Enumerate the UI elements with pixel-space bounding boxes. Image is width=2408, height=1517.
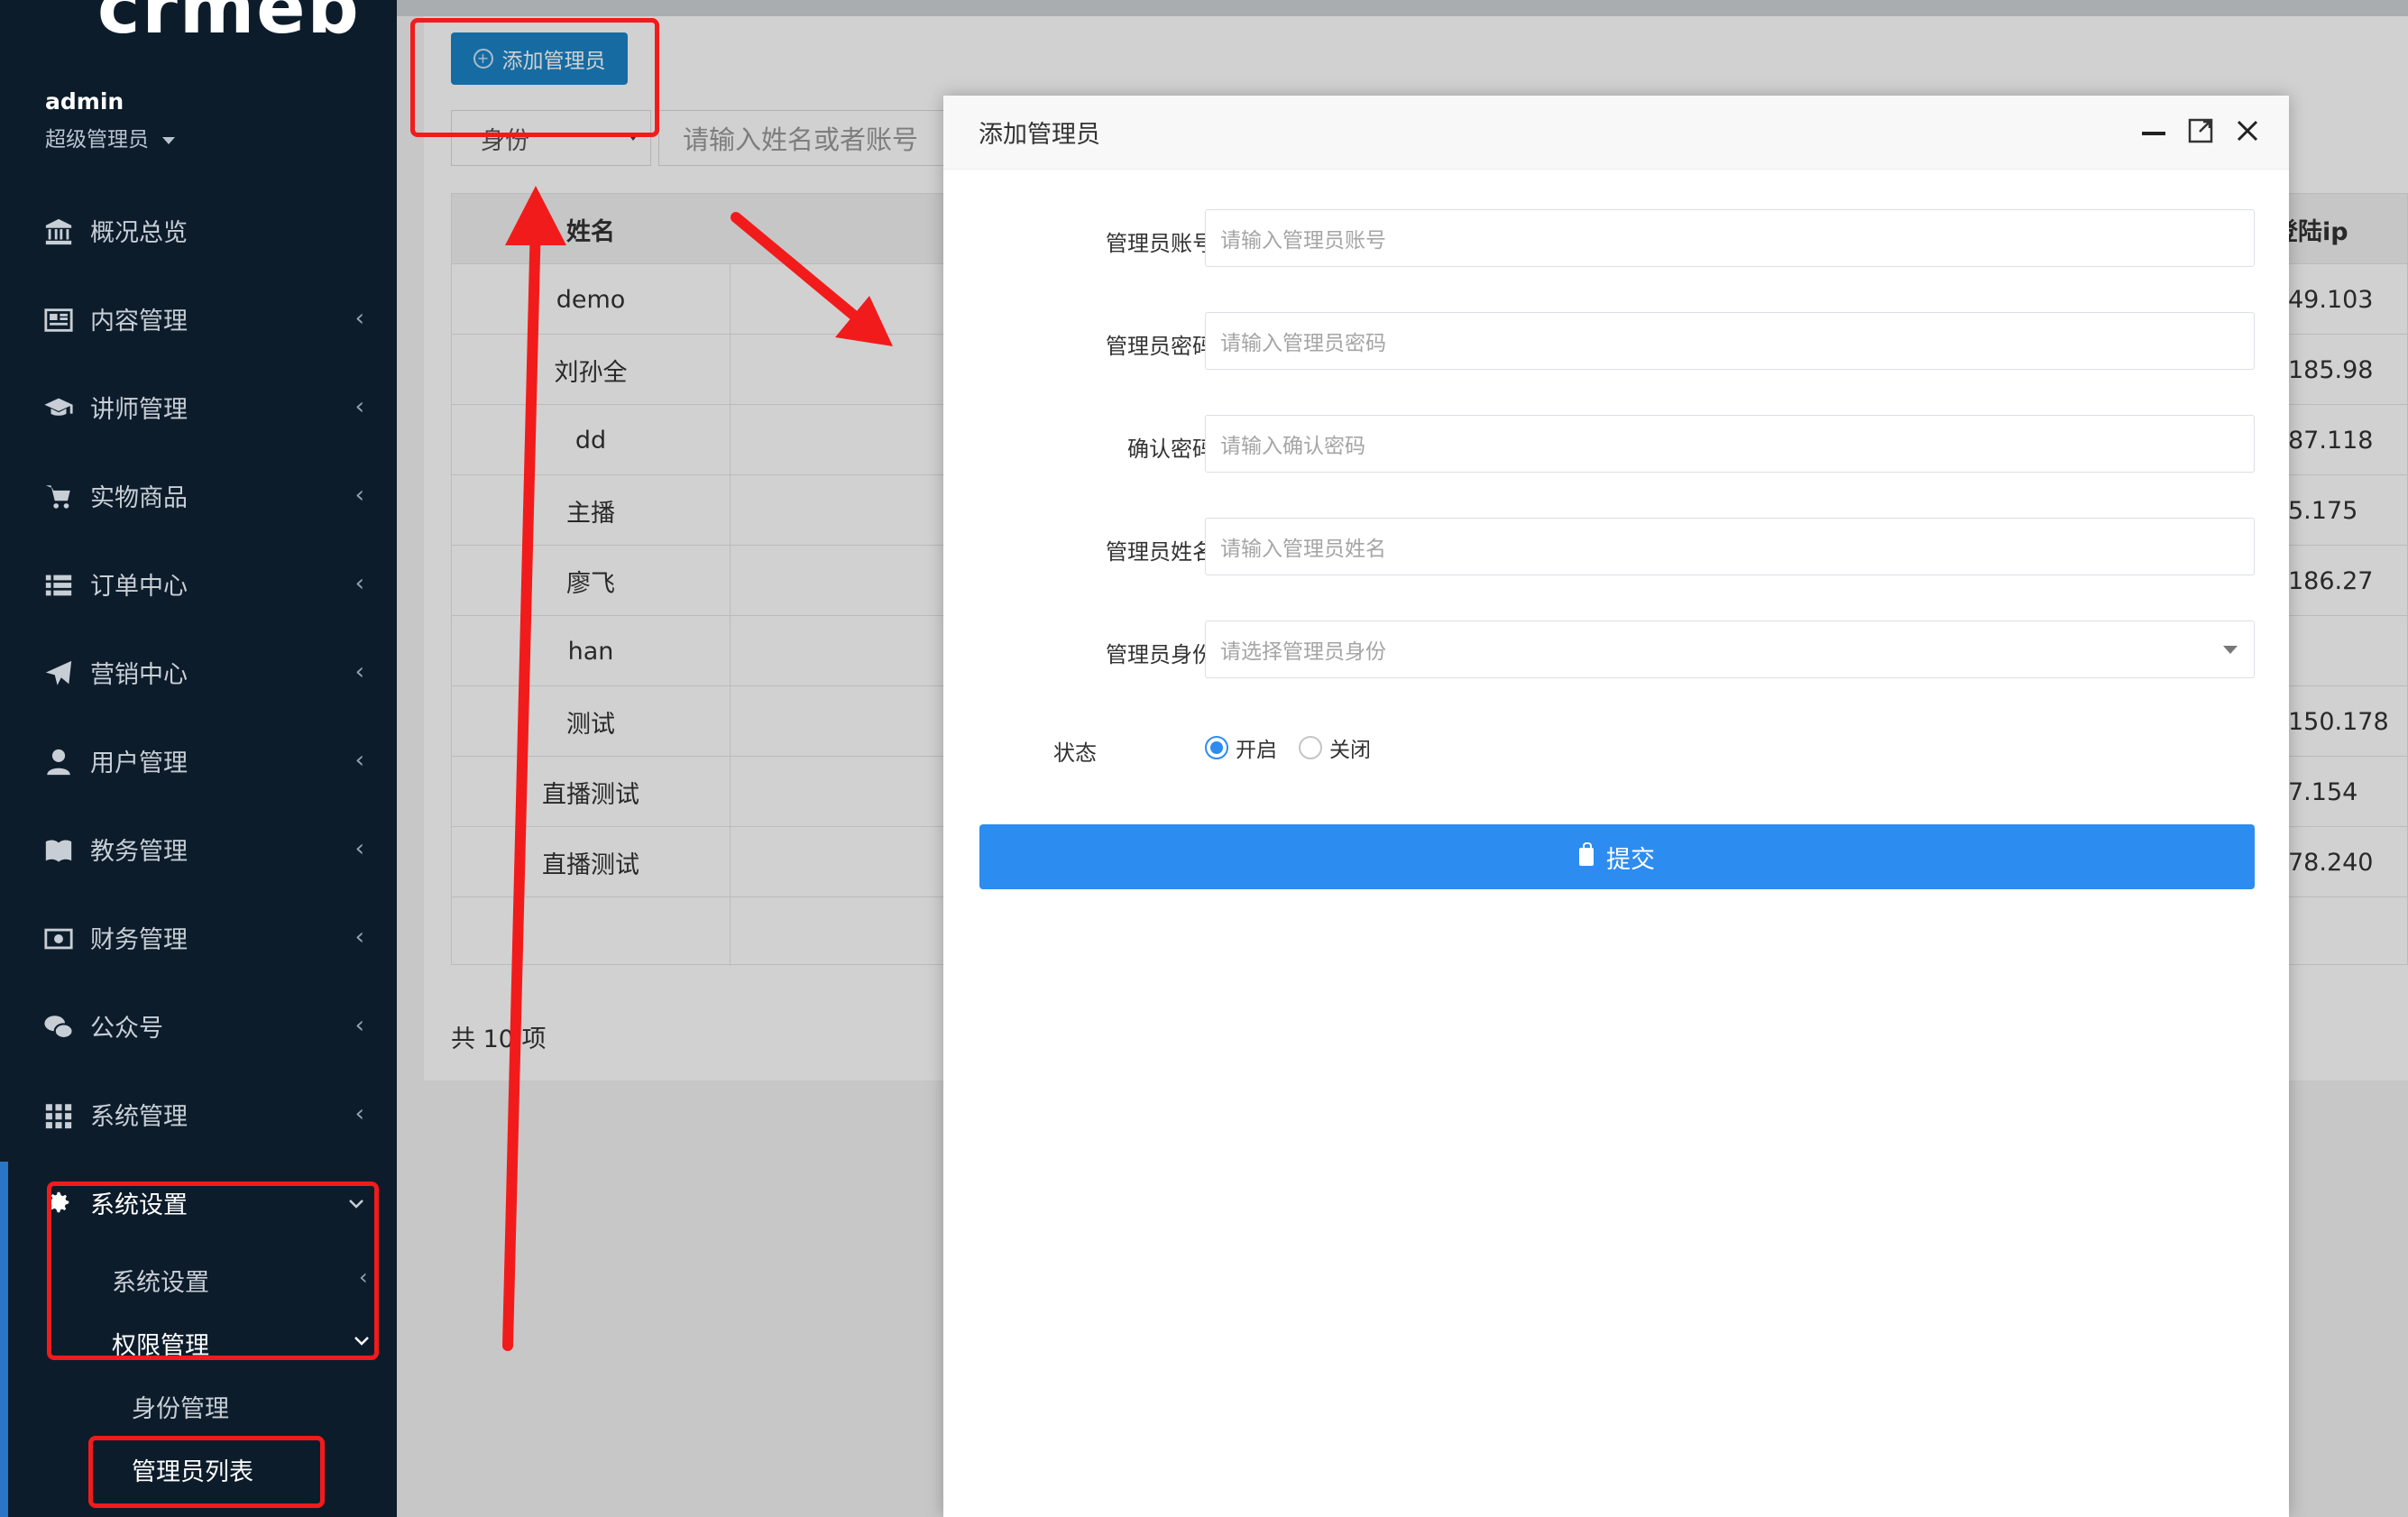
sidebar-item-6[interactable]: 营销中心 ‹	[0, 645, 397, 699]
sidebar-item-9[interactable]: 财务管理 ‹	[0, 910, 397, 964]
chevron-left-icon: ‹	[354, 393, 364, 420]
sidebar-item-label: 内容管理	[90, 307, 188, 336]
sidebar-item-11[interactable]: 系统管理 ‹	[0, 1087, 397, 1141]
list-icon	[43, 570, 74, 597]
sidebar-item-4[interactable]: 实物商品 ‹	[0, 468, 397, 522]
sidebar-item-5[interactable]: 订单中心 ‹	[0, 556, 397, 611]
submit-button[interactable]: 提交	[979, 824, 2255, 889]
status-on-label: 开启	[1236, 739, 1277, 762]
user-icon	[43, 747, 74, 776]
field-placeholder: 请输入管理员姓名	[1220, 538, 1386, 561]
gear-icon	[48, 1191, 69, 1213]
chevron-left-icon: ‹	[354, 835, 364, 862]
field-label: 管理员身份	[1106, 642, 1214, 667]
sidebar-subitem-system-settings[interactable]: 系统设置	[112, 1263, 209, 1298]
bag-icon	[1579, 842, 1594, 866]
wechat-icon	[43, 1012, 74, 1040]
sidebar-subitem-label: 系统设置	[112, 1269, 209, 1297]
sidebar-item-label: 实物商品	[90, 483, 188, 512]
sidebar-item-label: 讲师管理	[90, 395, 188, 424]
caret-down-icon	[2223, 646, 2238, 654]
chevron-left-icon: ‹	[354, 305, 364, 332]
sidebar-item-2[interactable]: 内容管理 ‹	[0, 291, 397, 345]
chevron-left-icon: ‹	[354, 570, 364, 597]
sidebar-item-label: 营销中心	[90, 660, 188, 689]
chevron-left-icon: ‹	[354, 658, 364, 685]
sidebar-item-8[interactable]: 教务管理 ‹	[0, 822, 397, 876]
sidebar-subitem-permissions[interactable]: 权限管理	[112, 1326, 209, 1361]
radio-checked-icon	[1205, 736, 1228, 759]
logo: crmeb	[97, 0, 361, 50]
status-label: 状态	[1053, 740, 1097, 766]
bank-icon	[43, 216, 74, 245]
status-off-label: 关闭	[1329, 739, 1371, 762]
sidebar-item-3[interactable]: 讲师管理 ‹	[0, 380, 397, 434]
sidebar-subitem-role-management[interactable]: 身份管理	[132, 1389, 229, 1424]
chevron-left-icon: ‹	[354, 747, 364, 774]
chevron-left-icon: ‹	[354, 1012, 364, 1039]
maximize-icon[interactable]	[2186, 115, 2215, 146]
status-on-option[interactable]: 开启	[1205, 732, 1277, 763]
graduation-cap-icon	[43, 393, 74, 420]
minimize-icon[interactable]	[2139, 115, 2168, 146]
sidebar-item-label: 系统管理	[90, 1102, 188, 1131]
user-role-label: 超级管理员	[45, 128, 149, 152]
field-label: 管理员密码	[1106, 334, 1214, 359]
submit-button-label: 提交	[1606, 845, 1655, 874]
radio-unchecked-icon	[1299, 736, 1322, 759]
sidebar-item-label: 概况总览	[90, 218, 188, 247]
role-select[interactable]: 请选择管理员身份	[1205, 621, 2255, 678]
field-input-4[interactable]: 请输入管理员姓名	[1205, 518, 2255, 575]
add-admin-modal: 添加管理员 管理员账号 请输入管理员账号管理员密码 请输入管理员密码确认密码 请输入确…	[943, 96, 2289, 1517]
grid-icon	[43, 1100, 74, 1129]
modal-header: 添加管理员	[943, 96, 2289, 170]
modal-title: 添加管理员	[979, 121, 1100, 149]
sidebar-item-label: 公众号	[90, 1014, 163, 1043]
sidebar-item-label: 订单中心	[90, 572, 188, 601]
sidebar-item-label: 用户管理	[90, 749, 188, 777]
cart-icon	[43, 482, 74, 509]
field-label: 管理员姓名	[1106, 539, 1214, 565]
field-input-1[interactable]: 请输入管理员账号	[1205, 209, 2255, 267]
sidebar-item-10[interactable]: 公众号 ‹	[0, 998, 397, 1053]
paper-plane-icon	[43, 658, 74, 685]
chevron-down-icon	[348, 1189, 364, 1216]
chevron-left-icon: ‹	[359, 1264, 368, 1290]
status-off-option[interactable]: 关闭	[1299, 732, 1371, 763]
field-input-2[interactable]: 请输入管理员密码	[1205, 312, 2255, 370]
sidebar-subitem-label: 管理员列表	[132, 1458, 253, 1486]
sidebar-item-label: 教务管理	[90, 837, 188, 866]
book-icon	[43, 835, 74, 862]
sidebar-subitem-label: 身份管理	[132, 1395, 229, 1423]
chevron-down-icon	[354, 1333, 370, 1350]
sidebar-item-1[interactable]: 概况总览	[0, 203, 397, 257]
money-icon	[43, 924, 74, 951]
modal-tools	[2139, 115, 2262, 146]
sidebar-item-label: 系统设置	[90, 1191, 188, 1219]
status-radio-group: 开启 关闭	[1205, 732, 1371, 763]
field-placeholder: 请输入管理员密码	[1220, 332, 1386, 355]
user-role-dropdown[interactable]: 超级管理员	[45, 122, 176, 152]
field-label: 管理员账号	[1106, 231, 1214, 256]
user-name: admin	[45, 88, 124, 115]
sidebar-subitem-admin-list[interactable]: 管理员列表	[132, 1452, 253, 1487]
chevron-left-icon: ‹	[354, 1100, 364, 1127]
caret-down-icon	[162, 136, 176, 144]
field-placeholder: 请输入管理员账号	[1220, 229, 1386, 253]
sidebar: crmeb admin 超级管理员 概况总览 内容管理 ‹ 讲师管理 ‹ 实物商品 ‹ 订单中…	[0, 0, 397, 1517]
sidebar-item-label: 财务管理	[90, 925, 188, 954]
chevron-left-icon: ‹	[354, 482, 364, 509]
sidebar-subitem-label: 权限管理	[112, 1332, 209, 1360]
field-label: 确认密码	[1127, 437, 1214, 462]
chevron-left-icon: ‹	[354, 924, 364, 951]
sidebar-item-system-settings[interactable]: 系统设置	[0, 1175, 397, 1229]
sidebar-item-7[interactable]: 用户管理 ‹	[0, 733, 397, 787]
field-placeholder: 请选择管理员身份	[1220, 640, 1386, 664]
field-input-3[interactable]: 请输入确认密码	[1205, 415, 2255, 473]
field-placeholder: 请输入确认密码	[1220, 435, 1365, 458]
newspaper-icon	[43, 305, 74, 332]
close-icon[interactable]	[2233, 115, 2262, 146]
